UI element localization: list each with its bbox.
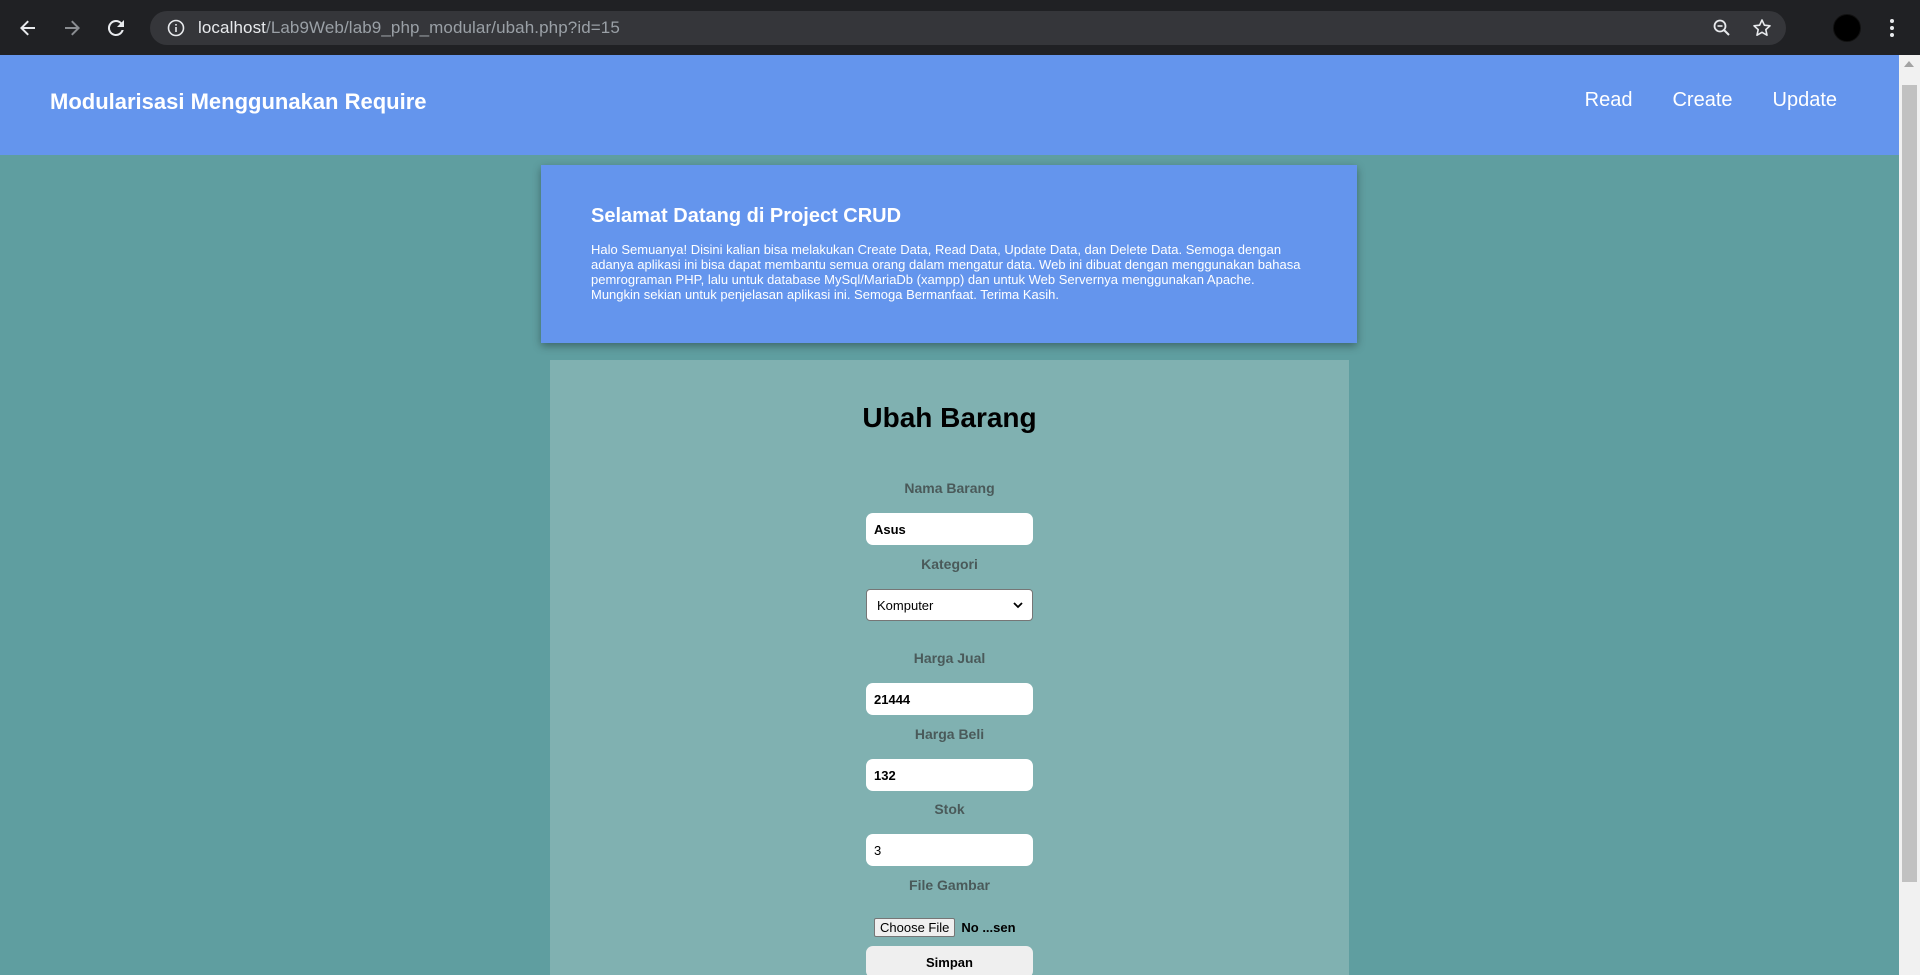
scroll-thumb[interactable] xyxy=(1902,85,1917,882)
nav-create-link[interactable]: Create xyxy=(1672,89,1732,112)
harga-jual-input[interactable]: 21444 xyxy=(866,683,1033,715)
url-path: /Lab9Web/lab9_php_modular/ubah.php?id=15 xyxy=(266,18,620,37)
welcome-panel: Selamat Datang di Project CRUD Halo Semu… xyxy=(541,165,1357,343)
file-status-text: No ...sen xyxy=(961,920,1016,935)
forward-icon[interactable] xyxy=(50,6,94,50)
stok-input[interactable]: 3 xyxy=(866,834,1033,866)
nav-read-link[interactable]: Read xyxy=(1585,89,1633,112)
kategori-select[interactable]: Komputer xyxy=(866,589,1033,621)
bookmark-star-icon[interactable] xyxy=(1748,14,1776,42)
address-bar[interactable]: localhost/Lab9Web/lab9_php_modular/ubah.… xyxy=(150,11,1786,45)
stok-label: Stok xyxy=(934,801,965,817)
site-title: Modularisasi Menggunakan Require xyxy=(50,89,427,114)
form-title: Ubah Barang xyxy=(862,402,1037,433)
kategori-label: Kategori xyxy=(921,556,978,572)
nama-barang-input[interactable]: Asus xyxy=(866,513,1033,545)
url-host: localhost xyxy=(198,18,266,37)
choose-file-button[interactable]: Choose File xyxy=(874,918,956,937)
harga-beli-input[interactable]: 132 xyxy=(866,759,1033,791)
harga-beli-label: Harga Beli xyxy=(914,726,985,742)
browser-toolbar: localhost/Lab9Web/lab9_php_modular/ubah.… xyxy=(0,0,1920,55)
site-info-icon[interactable] xyxy=(158,11,194,45)
site-header: Modularisasi Menggunakan Require Read Cr… xyxy=(0,55,1899,155)
nama-barang-label: Nama Barang xyxy=(904,480,995,496)
profile-avatar[interactable] xyxy=(1833,14,1861,42)
file-gambar-label: File Gambar xyxy=(909,877,990,893)
harga-jual-label: Harga Jual xyxy=(913,650,986,666)
back-icon[interactable] xyxy=(6,6,50,50)
simpan-button[interactable]: Simpan xyxy=(866,946,1033,975)
reload-icon[interactable] xyxy=(94,6,138,50)
zoom-icon[interactable] xyxy=(1708,14,1736,42)
page-scrollbar[interactable] xyxy=(1899,55,1920,975)
welcome-text: Halo Semuanya! Disini kalian bisa melaku… xyxy=(591,242,1301,302)
scroll-up-arrow-icon[interactable] xyxy=(1904,61,1914,67)
nav-update-link[interactable]: Update xyxy=(1773,89,1838,112)
kategori-selected-value: Komputer xyxy=(877,597,934,613)
chevron-down-icon xyxy=(1013,602,1023,609)
welcome-heading: Selamat Datang di Project CRUD xyxy=(591,205,902,227)
file-input[interactable]: Choose File No ...sen xyxy=(874,918,1016,937)
site-nav: Read Create Update xyxy=(1585,89,1837,112)
browser-menu-icon[interactable] xyxy=(1880,12,1904,44)
edit-item-form: Ubah Barang Nama Barang Asus Kategori Ko… xyxy=(550,360,1349,975)
url-text: localhost/Lab9Web/lab9_php_modular/ubah.… xyxy=(198,18,620,38)
